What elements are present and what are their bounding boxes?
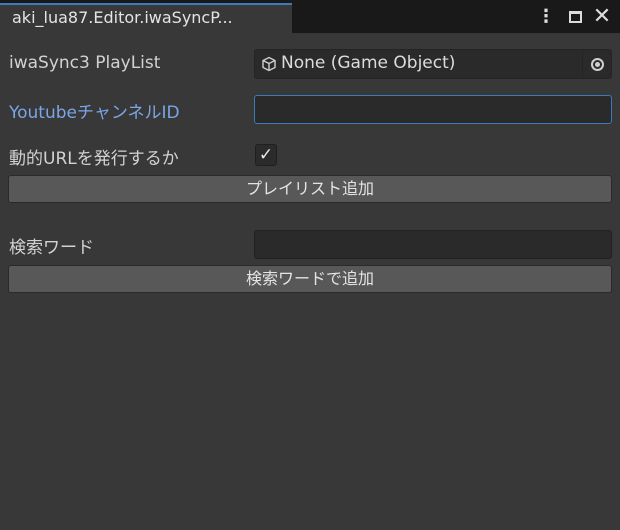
object-picker-ring [590, 57, 604, 71]
cube-icon [262, 56, 276, 72]
playlist-value: None (Game Object) [281, 53, 456, 73]
channel-id-input[interactable] [254, 95, 612, 124]
object-picker-icon[interactable] [582, 50, 611, 78]
maximize-icon[interactable] [564, 0, 586, 33]
check-icon: ✓ [258, 145, 274, 165]
playlist-label: iwaSync3 PlayList [9, 53, 161, 73]
close-icon[interactable]: ✕ [590, 0, 614, 33]
editor-tab[interactable]: aki_lua87.Editor.iwaSyncP... [0, 3, 292, 33]
issue-url-label: 動的URLを発行するか [9, 149, 179, 169]
search-word-input[interactable] [254, 230, 612, 259]
issue-url-checkbox[interactable]: ✓ [255, 144, 277, 166]
kebab-menu-icon[interactable]: ⋮ [536, 0, 556, 33]
channel-id-label: YoutubeチャンネルID [9, 103, 180, 123]
add-playlist-button[interactable]: プレイリスト追加 [8, 175, 612, 203]
maximize-icon-box [568, 10, 582, 23]
search-word-label: 検索ワード [9, 238, 94, 258]
editor-window: aki_lua87.Editor.iwaSyncP... ⋮ ✕ iwaSync… [0, 0, 620, 530]
playlist-object-field[interactable]: None (Game Object) [254, 49, 612, 79]
add-by-search-button[interactable]: 検索ワードで追加 [8, 265, 612, 293]
tab-bar: aki_lua87.Editor.iwaSyncP... ⋮ ✕ [0, 0, 620, 33]
